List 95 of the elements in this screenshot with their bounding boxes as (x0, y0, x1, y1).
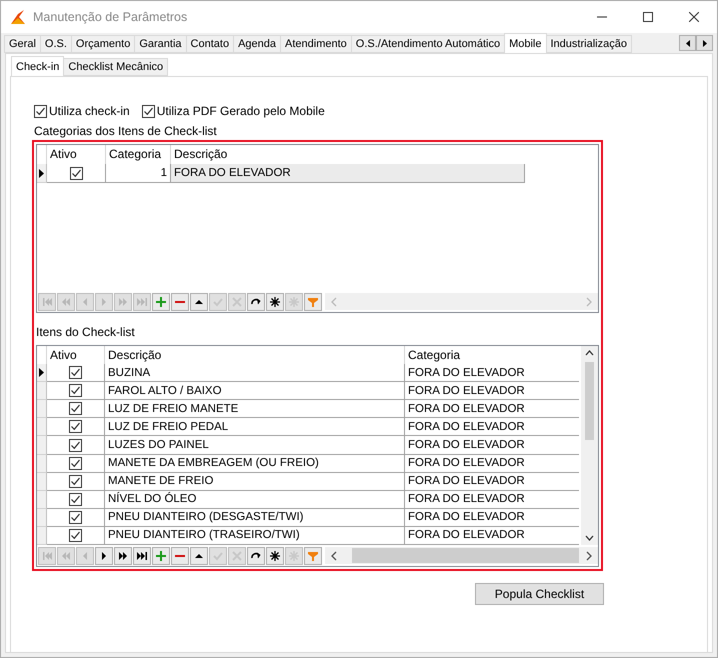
checkbox[interactable] (69, 528, 82, 542)
table-cell: PNEU DIANTEIRO (DESGASTE/TWI) (105, 508, 405, 527)
navigator-next-page-button[interactable] (114, 546, 132, 564)
horizontal-scrollbar[interactable] (325, 547, 598, 564)
app-logo-icon (9, 8, 27, 26)
navigator-filter-button[interactable] (304, 546, 322, 564)
table-cell: LUZES DO PAINEL (105, 436, 405, 455)
chevron-left-icon[interactable] (331, 550, 338, 560)
section-label: Categorias dos Itens de Check-list (34, 124, 218, 140)
window-title: Manutenção de Parâmetros (33, 10, 188, 24)
asterisk-icon (288, 296, 300, 308)
section-label: Itens do Check-list (36, 325, 136, 341)
checkbox[interactable] (69, 456, 82, 470)
navigator-delete-button[interactable] (171, 292, 189, 310)
navigator-delete-button[interactable] (171, 546, 189, 564)
skip-to-start-icon (41, 296, 53, 308)
chevron-right-icon[interactable] (585, 550, 592, 560)
scrollbar-thumb[interactable] (352, 548, 579, 563)
checkbox[interactable] (69, 510, 82, 524)
asterisk-icon (269, 550, 281, 562)
tab[interactable]: Orçamento (70, 35, 136, 53)
double-right-icon (117, 296, 129, 308)
double-left-icon (60, 296, 72, 308)
table-cell: FORA DO ELEVADOR (405, 472, 579, 491)
navigator-insert-button[interactable] (152, 546, 170, 564)
skip-to-end-icon (136, 296, 148, 308)
checkbox[interactable] (69, 384, 82, 398)
table-cell: FORA DO ELEVADOR (405, 454, 579, 473)
left-triangle-icon (686, 40, 690, 46)
scroll-left-button[interactable] (679, 35, 696, 51)
checkbox[interactable] (69, 402, 82, 416)
tab[interactable]: Agenda (233, 35, 282, 53)
checkbox[interactable] (69, 474, 82, 488)
double-right-icon (117, 550, 129, 562)
skip-to-start-icon (41, 550, 53, 562)
tab[interactable]: Check-in (11, 56, 64, 76)
tab[interactable]: Contato (186, 35, 234, 53)
tab[interactable]: Atendimento (280, 35, 352, 53)
tab[interactable]: O.S. (40, 35, 72, 53)
scroll-right-button[interactable] (696, 35, 713, 51)
navigator-edit-button[interactable] (190, 292, 208, 310)
close-icon (689, 12, 699, 22)
table-cell: PNEU DIANTEIRO (TRASEIRO/TWI) (105, 526, 405, 546)
asterisk-icon (269, 296, 281, 308)
maximize-icon (643, 12, 653, 22)
navigator-last-button[interactable] (133, 546, 151, 564)
table-cell: NÍVEL DO ÓLEO (105, 490, 405, 509)
navigator-refresh-button[interactable] (247, 546, 265, 564)
filter-icon (307, 550, 319, 562)
x-icon (231, 550, 243, 562)
populate-checklist-button[interactable]: Popula Checklist (475, 583, 604, 605)
right-triangle-icon (702, 40, 706, 46)
plus-icon (155, 550, 167, 562)
table-cell: FAROL ALTO / BAIXO (105, 382, 405, 400)
checkbox[interactable] (69, 492, 82, 506)
tab[interactable]: Checklist Mecânico (63, 58, 168, 76)
checkmark-icon (212, 296, 224, 308)
navigator-apply-button[interactable] (266, 546, 284, 564)
tab[interactable]: Industrialização (546, 35, 632, 53)
checkbox[interactable] (69, 420, 82, 434)
table-cell: LUZ DE FREIO PEDAL (105, 418, 405, 436)
table-cell: LUZ DE FREIO MANETE (105, 400, 405, 418)
asterisk-icon (288, 550, 300, 562)
navigator-refresh-button[interactable] (247, 292, 265, 310)
x-icon (231, 296, 243, 308)
navigator-next-button[interactable] (95, 546, 113, 564)
table-cell: MANETE DE FREIO (105, 472, 405, 491)
tab[interactable]: Mobile (504, 33, 546, 53)
tab[interactable]: Geral (4, 35, 41, 53)
checkbox[interactable] (69, 366, 82, 380)
column-header[interactable]: Categoria (405, 346, 579, 364)
navigator-edit-button[interactable] (190, 546, 208, 564)
plus-icon (155, 296, 167, 308)
skip-to-end-icon (136, 550, 148, 562)
checkmark-icon (212, 550, 224, 562)
navigator-filter-button[interactable] (304, 292, 322, 310)
checkbox[interactable] (70, 166, 82, 180)
table-cell: 1 (106, 164, 171, 183)
checkbox[interactable] (34, 104, 47, 118)
navigator-apply-button[interactable] (266, 292, 284, 310)
navigator-insert-button[interactable] (152, 292, 170, 310)
table-cell: MANETE DA EMBREAGEM (OU FREIO) (105, 454, 405, 473)
tab[interactable]: O.S./Atendimento Automático (350, 35, 506, 53)
column-header[interactable]: Descrição (171, 145, 525, 164)
tab[interactable]: Garantia (134, 35, 187, 53)
scrollbar-thumb[interactable] (585, 362, 594, 440)
table-cell: BUZINA (105, 364, 405, 382)
checkbox-label: Utiliza PDF Gerado pelo Mobile (156, 104, 325, 118)
checkbox[interactable] (69, 438, 82, 452)
checkbox[interactable] (142, 104, 155, 118)
checkbox-label: Utiliza check-in (49, 104, 130, 118)
filter-icon (307, 296, 319, 308)
table-cell: FORA DO ELEVADOR (171, 164, 525, 183)
vertical-scrollbar[interactable] (581, 346, 598, 545)
double-left-icon (60, 550, 72, 562)
